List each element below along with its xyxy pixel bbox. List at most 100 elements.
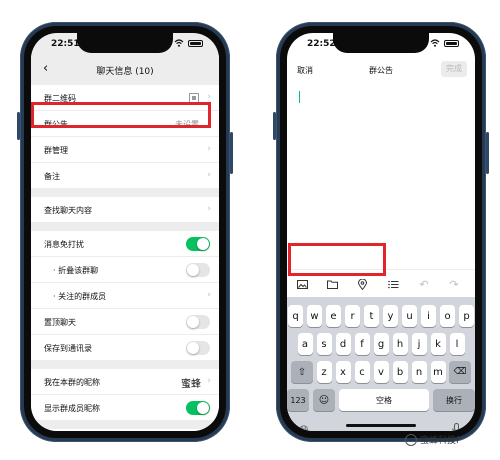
row-label: · 折叠该群聊 [53,266,99,275]
key-n[interactable]: n [411,361,427,383]
chevron-right-icon: › [207,170,211,180]
chevron-right-icon: › [207,290,211,300]
show-nickname-toggle[interactable] [186,401,210,415]
key-z[interactable]: z [316,361,332,383]
key-o[interactable]: o [440,305,455,327]
microphone-icon[interactable] [452,423,461,431]
folder-icon[interactable] [325,277,339,291]
return-key[interactable]: 换行 [433,389,475,411]
volume-button [273,112,276,140]
volume-button [17,112,20,140]
emoji-key[interactable]: ☺ [313,389,335,411]
key-b[interactable]: b [392,361,408,383]
row-label: 消息免打扰 [44,240,84,249]
chevron-right-icon: › [207,204,211,214]
key-g[interactable]: g [373,333,389,355]
chevron-right-icon: › [207,376,211,386]
key-y[interactable]: y [383,305,398,327]
row-remark[interactable]: 备注 › [31,163,219,189]
page-title: 聊天信息 (10) [96,67,154,77]
key-e[interactable]: e [326,305,341,327]
left-phone: 22:51 ‹ 聊天信息 (10) 群二维码 › 群公告 未设置 › 群管理 ›… [17,22,233,442]
key-h[interactable]: h [392,333,408,355]
notch [333,33,429,53]
globe-icon[interactable]: 🌐︎ [299,423,309,431]
row-mute: 消息免打扰 [31,231,219,257]
key-l[interactable]: l [449,333,465,355]
key-u[interactable]: u [402,305,417,327]
battery-icon [444,39,459,47]
row-group-manage[interactable]: 群管理 › [31,137,219,163]
status-time: 22:51 [51,39,80,49]
nav-bar: ‹ 聊天信息 (10) [31,55,219,85]
row-my-nickname[interactable]: 我在本群的昵称 蜜蜂 › [31,369,219,395]
power-button [230,132,233,174]
row-label: 保存到通讯录 [44,344,92,353]
row-label: 置顶聊天 [44,318,76,327]
row-label: · 关注的群成员 [53,292,107,301]
nav-bar: 取消 群公告 完成 [287,55,475,85]
wifi-icon [174,39,184,47]
power-button [486,132,489,174]
done-button[interactable]: 完成 [441,61,467,77]
highlight-box-toolbar [288,243,386,276]
battery-icon [188,39,203,47]
row-fold: · 折叠该群聊 [31,257,219,283]
chat-info-screen: 22:51 ‹ 聊天信息 (10) 群二维码 › 群公告 未设置 › 群管理 ›… [31,33,219,431]
wifi-icon [430,39,440,47]
home-indicator [346,424,416,427]
row-show-nicknames: 显示群成员昵称 [31,395,219,421]
row-search-history[interactable]: 查找聊天内容 › [31,197,219,223]
image-icon[interactable] [295,277,309,291]
chevron-right-icon: › [207,144,211,154]
key-f[interactable]: f [354,333,370,355]
chevron-right-icon: › [207,92,211,102]
row-label: 备注 [44,172,60,181]
numbers-key[interactable]: 123 [287,389,309,411]
key-s[interactable]: s [316,333,332,355]
keyboard: qwertyuiop asdfghjkl ⇧ zxcvbnm ⌫ 123 ☺ 空… [287,297,475,431]
key-r[interactable]: r [345,305,360,327]
highlight-box-notice [31,102,211,128]
row-pin: 置顶聊天 [31,309,219,335]
key-w[interactable]: w [307,305,322,327]
key-a[interactable]: a [297,333,313,355]
row-label: 我在本群的昵称 [44,378,100,387]
location-icon[interactable] [355,277,369,291]
brand-logo-icon [405,433,417,446]
settings-list: 群二维码 › 群公告 未设置 › 群管理 › 备注 › 查找聊天内容 › 消息免… [31,85,219,431]
watermark: 蜜蜂科技f [405,433,459,446]
pin-toggle[interactable] [186,315,210,329]
row-save-contacts: 保存到通讯录 [31,335,219,361]
group-notice-screen: 22:52 取消 群公告 完成 ↶ ↷ q w e r t y u i o p … [287,33,475,431]
key-t[interactable]: t [364,305,379,327]
shift-key[interactable]: ⇧ [291,361,313,383]
watermark-text: 蜜蜂科技f [420,436,460,446]
nickname-value: 蜜蜂 [181,379,201,390]
key-k[interactable]: k [430,333,446,355]
right-phone: 22:52 取消 群公告 完成 ↶ ↷ q w e r t y u i o p … [273,22,489,442]
mute-toggle[interactable] [186,237,210,251]
notice-text-area[interactable] [287,85,475,269]
backspace-key[interactable]: ⌫ [449,361,471,383]
key-c[interactable]: c [354,361,370,383]
space-key[interactable]: 空格 [339,389,429,411]
row-focus-members[interactable]: · 关注的群成员 › [31,283,219,309]
fold-toggle[interactable] [186,263,210,277]
key-d[interactable]: d [335,333,351,355]
row-label: 群管理 [44,146,68,155]
save-toggle[interactable] [186,341,210,355]
redo-icon[interactable]: ↷ [447,277,461,291]
key-m[interactable]: m [430,361,446,383]
key-j[interactable]: j [411,333,427,355]
row-chat-background[interactable]: 设置当前聊天背景 › [31,429,219,431]
undo-icon[interactable]: ↶ [417,277,431,291]
key-q[interactable]: q [288,305,303,327]
key-i[interactable]: i [421,305,436,327]
key-v[interactable]: v [373,361,389,383]
row-label: 查找聊天内容 [44,206,92,215]
notch [77,33,173,53]
key-p[interactable]: p [459,305,474,327]
key-x[interactable]: x [335,361,351,383]
list-icon[interactable] [386,277,400,291]
